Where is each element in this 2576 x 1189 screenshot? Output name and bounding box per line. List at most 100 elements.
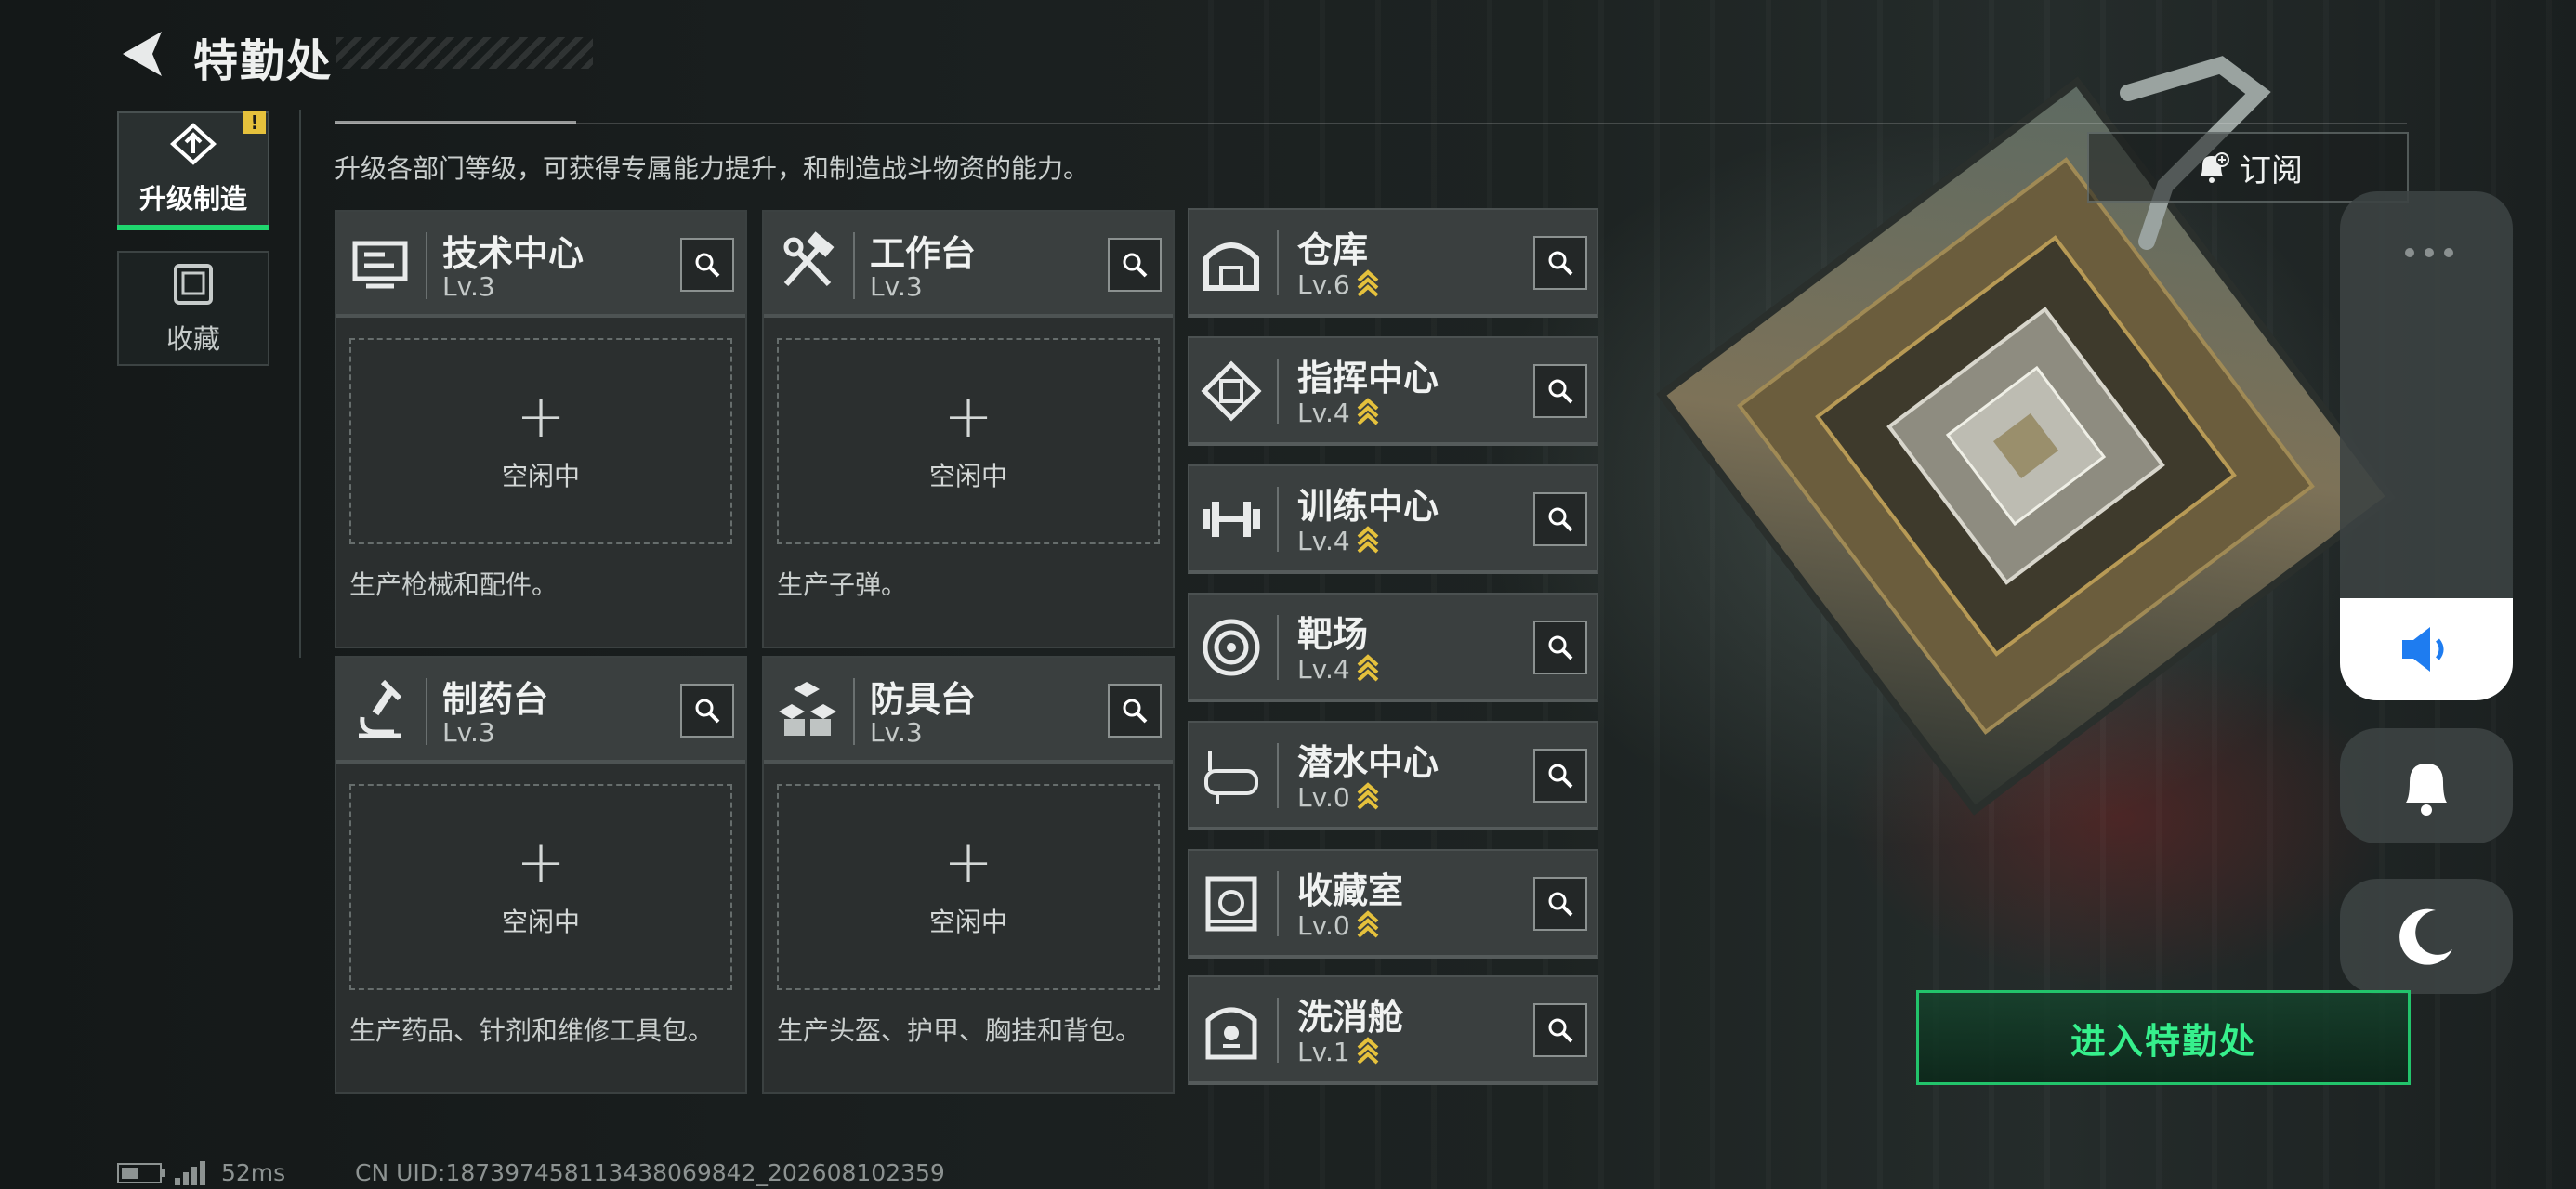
speaker-icon bbox=[2402, 627, 2444, 672]
facility-level: Lv.6 bbox=[1297, 268, 1380, 300]
back-button[interactable] bbox=[117, 26, 173, 82]
facility-level: Lv.1 bbox=[1297, 1035, 1380, 1067]
facility-level: Lv.4 bbox=[1297, 524, 1380, 556]
separator bbox=[1277, 871, 1279, 936]
search-button[interactable] bbox=[1533, 877, 1587, 931]
production-card-workbench: 工作台 Lv.3 + 空闲中 生产子弹。 bbox=[762, 210, 1175, 648]
facility-level: Lv.4 bbox=[1297, 652, 1380, 685]
production-card-pharmacy: 制药台 Lv.3 + 空闲中 生产药品、针剂和维修工具包。 bbox=[335, 656, 747, 1094]
facility-level: Lv.3 bbox=[870, 271, 923, 302]
search-icon bbox=[1548, 635, 1573, 660]
search-button[interactable] bbox=[1533, 364, 1587, 418]
separator bbox=[1277, 487, 1279, 552]
search-icon bbox=[1548, 1018, 1573, 1043]
more-options-icon[interactable] bbox=[2403, 245, 2455, 263]
back-arrow-icon bbox=[123, 32, 162, 76]
upgrade-available-icon bbox=[1357, 398, 1379, 425]
facility-level: Lv.3 bbox=[442, 717, 495, 748]
moon-icon bbox=[2399, 908, 2452, 965]
notification-button[interactable] bbox=[2340, 728, 2513, 843]
facility-row-decontamination[interactable]: 洗消舱 Lv.1 bbox=[1188, 975, 1598, 1085]
enter-button-label: 进入特勤处 bbox=[2070, 1020, 2256, 1062]
subscribe-button[interactable]: 订阅 bbox=[2087, 132, 2409, 203]
search-button[interactable] bbox=[1533, 1003, 1587, 1057]
facility-row-diving-center[interactable]: 潜水中心 Lv.0 bbox=[1188, 721, 1598, 830]
facility-name: 制药台 bbox=[442, 679, 549, 720]
search-icon bbox=[695, 253, 720, 278]
facility-name: 训练中心 bbox=[1297, 486, 1439, 527]
production-slot[interactable]: + 空闲中 bbox=[349, 338, 732, 544]
upgrade-available-icon bbox=[1357, 269, 1379, 297]
search-icon bbox=[1548, 892, 1573, 917]
search-button[interactable] bbox=[680, 684, 734, 738]
facility-level: Lv.0 bbox=[1297, 780, 1380, 813]
separator bbox=[426, 678, 427, 745]
search-button[interactable] bbox=[1533, 492, 1587, 546]
separator bbox=[426, 232, 427, 299]
page-description: 升级各部门等级，可获得专属能力提升，和制造战斗物资的能力。 bbox=[335, 153, 1090, 184]
facility-row-command-center[interactable]: 指挥中心 Lv.4 bbox=[1188, 336, 1598, 446]
production-slot[interactable]: + 空闲中 bbox=[777, 784, 1160, 990]
facility-name: 潜水中心 bbox=[1297, 742, 1439, 783]
sidebar-divider bbox=[299, 110, 301, 658]
facility-name: 工作台 bbox=[870, 233, 977, 274]
user-uid: CN UID:1873974581134380698​42_2026081023… bbox=[355, 1159, 945, 1186]
card-header[interactable]: 制药台 Lv.3 bbox=[336, 658, 745, 764]
card-header[interactable]: 技术中心 Lv.3 bbox=[336, 212, 745, 318]
plus-icon: + bbox=[943, 383, 993, 451]
search-button[interactable] bbox=[1533, 236, 1587, 290]
dark-mode-button[interactable] bbox=[2340, 879, 2513, 994]
workbench-icon bbox=[783, 231, 835, 287]
collection-room-icon bbox=[1205, 876, 1257, 932]
plus-icon: + bbox=[516, 829, 566, 897]
slot-status: 空闲中 bbox=[928, 461, 1007, 491]
bell-plus-icon bbox=[2201, 152, 2229, 183]
facility-row-shooting-range[interactable]: 靶场 Lv.4 bbox=[1188, 593, 1598, 702]
production-slot[interactable]: + 空闲中 bbox=[777, 338, 1160, 544]
search-icon bbox=[1548, 764, 1573, 789]
enter-special-ops-button[interactable]: 进入特勤处 bbox=[1916, 990, 2411, 1085]
separator bbox=[853, 232, 855, 299]
slot-status: 空闲中 bbox=[501, 907, 580, 937]
upgrade-icon bbox=[170, 123, 217, 165]
pharmacy-icon bbox=[359, 679, 402, 738]
card-header[interactable]: 防具台 Lv.3 bbox=[764, 658, 1173, 764]
facility-name: 收藏室 bbox=[1297, 870, 1404, 911]
top-divider-accent bbox=[335, 121, 576, 124]
search-button[interactable] bbox=[1533, 749, 1587, 803]
subscribe-label: 订阅 bbox=[2240, 151, 2303, 189]
facility-name: 防具台 bbox=[870, 679, 977, 720]
search-icon bbox=[1548, 507, 1573, 532]
training-center-icon bbox=[1203, 502, 1260, 537]
armor-bench-icon bbox=[779, 682, 836, 736]
facility-level: Lv.3 bbox=[870, 717, 923, 748]
plus-icon: + bbox=[516, 383, 566, 451]
production-slot[interactable]: + 空闲中 bbox=[349, 784, 732, 990]
search-icon bbox=[1548, 379, 1573, 404]
tab-label: 收藏 bbox=[165, 323, 220, 355]
upgrade-available-icon bbox=[1357, 526, 1379, 554]
separator bbox=[1277, 230, 1279, 295]
warning-badge: ! bbox=[243, 111, 266, 134]
tech-center-icon bbox=[352, 241, 408, 289]
search-button[interactable] bbox=[1108, 684, 1162, 738]
slot-status: 空闲中 bbox=[928, 907, 1007, 937]
decontamination-icon bbox=[1205, 1007, 1257, 1060]
tab-collection[interactable]: 收藏 bbox=[117, 251, 269, 366]
facility-row-training-center[interactable]: 训练中心 Lv.4 bbox=[1188, 464, 1598, 574]
facility-name: 洗消舱 bbox=[1297, 997, 1404, 1038]
signal-icon bbox=[175, 1160, 208, 1185]
facility-row-collection-room[interactable]: 收藏室 Lv.0 bbox=[1188, 849, 1598, 959]
status-footer: 52ms bbox=[117, 1159, 285, 1186]
card-header[interactable]: 工作台 Lv.3 bbox=[764, 212, 1173, 318]
search-button[interactable] bbox=[1533, 621, 1587, 674]
production-card-tech-center: 技术中心 Lv.3 + 空闲中 生产枪械和配件。 bbox=[335, 210, 747, 648]
separator bbox=[853, 678, 855, 745]
facility-row-warehouse[interactable]: 仓库 Lv.6 bbox=[1188, 208, 1598, 318]
facility-name: 仓库 bbox=[1297, 229, 1369, 270]
facility-name: 靶场 bbox=[1297, 614, 1369, 655]
facility-name: 指挥中心 bbox=[1297, 358, 1439, 399]
facility-level: Lv.4 bbox=[1297, 396, 1380, 428]
search-button[interactable] bbox=[680, 238, 734, 292]
search-button[interactable] bbox=[1108, 238, 1162, 292]
